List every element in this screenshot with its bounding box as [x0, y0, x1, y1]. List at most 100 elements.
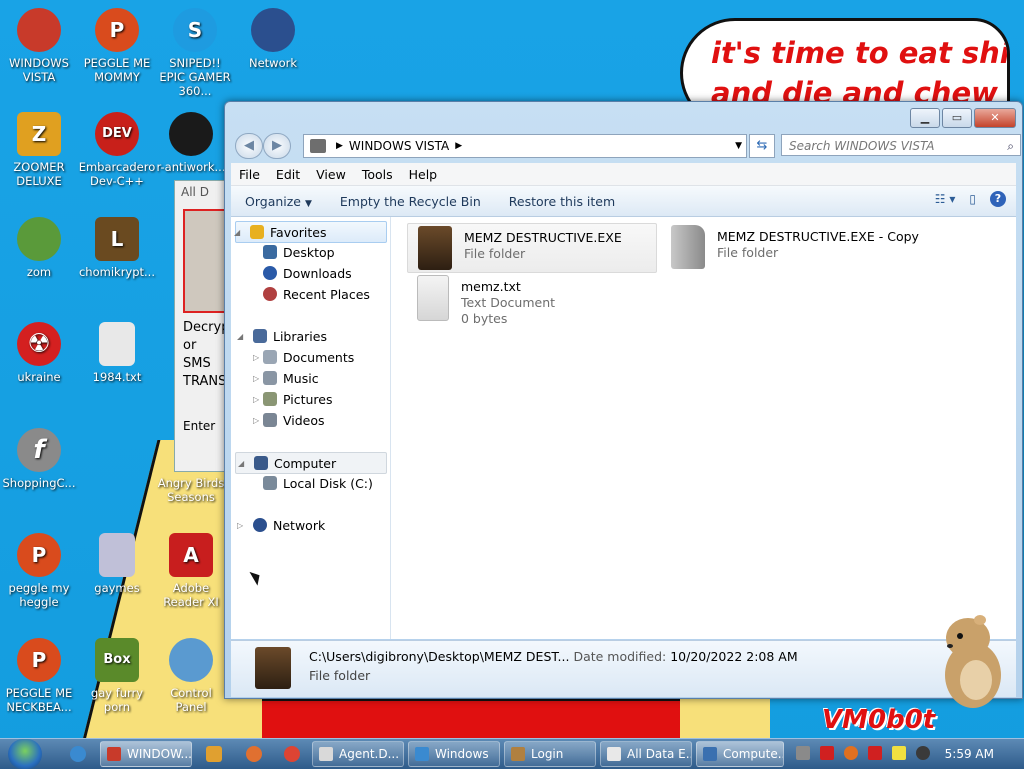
nav-network[interactable]: ▷ Network [235, 515, 325, 535]
taskbar-app-icon [415, 747, 429, 761]
nav-documents[interactable]: ▷ Documents [253, 347, 354, 367]
chrome-icon[interactable] [284, 746, 300, 762]
nav-desktop[interactable]: Desktop [263, 242, 335, 262]
menu-edit[interactable]: Edit [268, 167, 308, 182]
nav-computer[interactable]: ◢ Computer [235, 452, 387, 474]
taskbar: WINDOW... Agent.D... Windows Login All D… [0, 738, 1024, 769]
refresh-button[interactable]: ⇆ [749, 134, 775, 158]
desktop-icon-peggle-heggle[interactable]: P peggle my heggle [0, 533, 78, 609]
taskbar-button[interactable]: All Data E... [600, 741, 692, 767]
preview-pane-icon[interactable]: ▯ [969, 192, 976, 206]
help-icon[interactable]: ? [990, 191, 1006, 207]
pictures-icon [263, 392, 277, 406]
view-options-icon[interactable]: ☷ ▾ [935, 192, 956, 206]
nav-libraries[interactable]: ◢ Libraries [235, 326, 327, 346]
menu-file[interactable]: File [231, 167, 268, 182]
breadcrumb-separator-icon[interactable]: ▶ [455, 141, 462, 151]
desktop-icon-devcpp[interactable]: DEV Embarcadero Dev-C++ [78, 112, 156, 188]
organize-button[interactable]: Organize ▼ [231, 194, 326, 209]
adobe-reader-icon: A [169, 533, 213, 577]
nav-downloads[interactable]: Downloads [263, 263, 352, 283]
desktop-icon-network[interactable]: Network [234, 8, 312, 70]
minimize-button[interactable]: ▁ [910, 108, 940, 128]
expand-triangle-icon[interactable]: ▷ [253, 353, 259, 362]
explorer-window[interactable]: ▁ ▭ ✕ ◀ ▶ ▶ WINDOWS VISTA ▶ ▼ ⇆ Search W… [224, 101, 1023, 699]
paint-icon[interactable] [246, 746, 262, 762]
desktop-icon-shopping[interactable]: f ShoppingC... [0, 428, 78, 490]
expand-triangle-icon[interactable]: ▷ [253, 395, 259, 404]
tray-v-icon[interactable] [820, 746, 834, 760]
desktop-icon-peggle-mommy[interactable]: P PEGGLE ME MOMMY [78, 8, 156, 84]
empty-recycle-bin-button[interactable]: Empty the Recycle Bin [326, 194, 495, 209]
desktop-icon-control-panel[interactable]: Control Panel [156, 638, 226, 714]
desktop-icon-sniped[interactable]: S SNIPED!! EPIC GAMER 360... [156, 8, 234, 98]
desktop-icon-label: zom [26, 265, 52, 279]
desktop-icon-zom[interactable]: zom [0, 217, 78, 279]
tray-battery-icon[interactable] [892, 746, 906, 760]
taskbar-button[interactable]: Agent.D... [312, 741, 404, 767]
star-icon [250, 225, 264, 239]
organize-label: Organize [245, 193, 301, 209]
hard-drive-icon [263, 476, 277, 490]
collapse-triangle-icon[interactable]: ◢ [238, 459, 244, 468]
internet-explorer-icon[interactable] [70, 746, 86, 762]
folder-copy-icon [671, 225, 705, 269]
desktop-icon-box[interactable]: Box gay furry porn [78, 638, 156, 714]
tray-search-icon[interactable] [844, 746, 858, 760]
search-placeholder: Search WINDOWS VISTA [789, 139, 935, 153]
taskbar-button[interactable]: Compute... [696, 741, 784, 767]
menu-tools[interactable]: Tools [354, 167, 401, 182]
desktop-icon-gaymes[interactable]: gaymes [78, 533, 156, 595]
desktop-icon-chomikrypt[interactable]: L chomikrypt... [78, 217, 156, 279]
details-path: C:\Users\digibrony\Desktop\MEMZ DEST... … [309, 649, 798, 664]
media-player-icon[interactable] [206, 746, 222, 762]
nav-music[interactable]: ▷ Music [253, 368, 319, 388]
back-button[interactable]: ◀ [235, 133, 263, 159]
wallpaper-red-shape [262, 698, 692, 741]
file-item[interactable]: MEMZ DESTRUCTIVE.EXE - Copy File folder [661, 223, 961, 271]
address-bar[interactable]: ▶ WINDOWS VISTA ▶ ▼ [303, 134, 747, 158]
search-input[interactable]: Search WINDOWS VISTA ⌕ [781, 134, 1021, 156]
close-button[interactable]: ✕ [974, 108, 1016, 128]
desktop-icon-adobe-reader[interactable]: A Adobe Reader XI [156, 533, 226, 609]
tray-app-icon[interactable] [796, 746, 810, 760]
nav-local-disk[interactable]: Local Disk (C:) [263, 473, 373, 493]
nav-pictures[interactable]: ▷ Pictures [253, 389, 333, 409]
collapse-triangle-icon[interactable]: ◢ [234, 228, 240, 237]
file-item[interactable]: MEMZ DESTRUCTIVE.EXE File folder [407, 223, 657, 273]
restore-item-button[interactable]: Restore this item [495, 194, 629, 209]
chevron-down-icon[interactable]: ▼ [735, 141, 742, 151]
menu-help[interactable]: Help [401, 167, 446, 182]
menu-view[interactable]: View [308, 167, 354, 182]
expand-triangle-icon[interactable]: ▷ [253, 374, 259, 383]
breadcrumb-item[interactable]: WINDOWS VISTA [349, 139, 449, 153]
file-name: MEMZ DESTRUCTIVE.EXE - Copy [717, 229, 919, 244]
nav-recent-places[interactable]: Recent Places [263, 284, 370, 304]
tray-flag-icon[interactable] [868, 746, 882, 760]
desktop-icon-antiwork[interactable]: r-antiwork... [156, 112, 226, 174]
desktop-icon-peggle-neckbeard[interactable]: P PEGGLE ME NECKBEA... [0, 638, 78, 714]
windows-vista-icon [17, 8, 61, 52]
nav-favorites[interactable]: ◢ Favorites [234, 221, 387, 243]
forward-button[interactable]: ▶ [263, 133, 291, 159]
tray-volume-icon[interactable] [916, 746, 930, 760]
desktop-icon-1984[interactable]: 1984.txt [78, 322, 156, 384]
expand-triangle-icon[interactable]: ▷ [237, 521, 243, 530]
taskbar-button[interactable]: WINDOW... [100, 741, 192, 767]
file-item[interactable]: memz.txt Text Document 0 bytes [407, 273, 655, 329]
desktop-icon-windows-vista[interactable]: WINDOWS VISTA [0, 8, 78, 84]
network-globe-icon [251, 8, 295, 52]
search-icon[interactable]: ⌕ [1007, 135, 1014, 157]
desktop-icon-ukraine[interactable]: ☢ ukraine [0, 322, 78, 384]
desktop-icon-zoomer[interactable]: Z ZOOMER DELUXE [0, 112, 78, 188]
peggle-icon: P [17, 533, 61, 577]
collapse-triangle-icon[interactable]: ◢ [237, 332, 243, 341]
start-button[interactable] [8, 739, 42, 769]
taskbar-button[interactable]: Login [504, 741, 596, 767]
clock[interactable]: 5:59 AM [945, 747, 994, 761]
nav-videos[interactable]: ▷ Videos [253, 410, 325, 430]
expand-triangle-icon[interactable]: ▷ [253, 416, 259, 425]
skype-icon: S [173, 8, 217, 52]
maximize-button[interactable]: ▭ [942, 108, 972, 128]
taskbar-button[interactable]: Windows [408, 741, 500, 767]
